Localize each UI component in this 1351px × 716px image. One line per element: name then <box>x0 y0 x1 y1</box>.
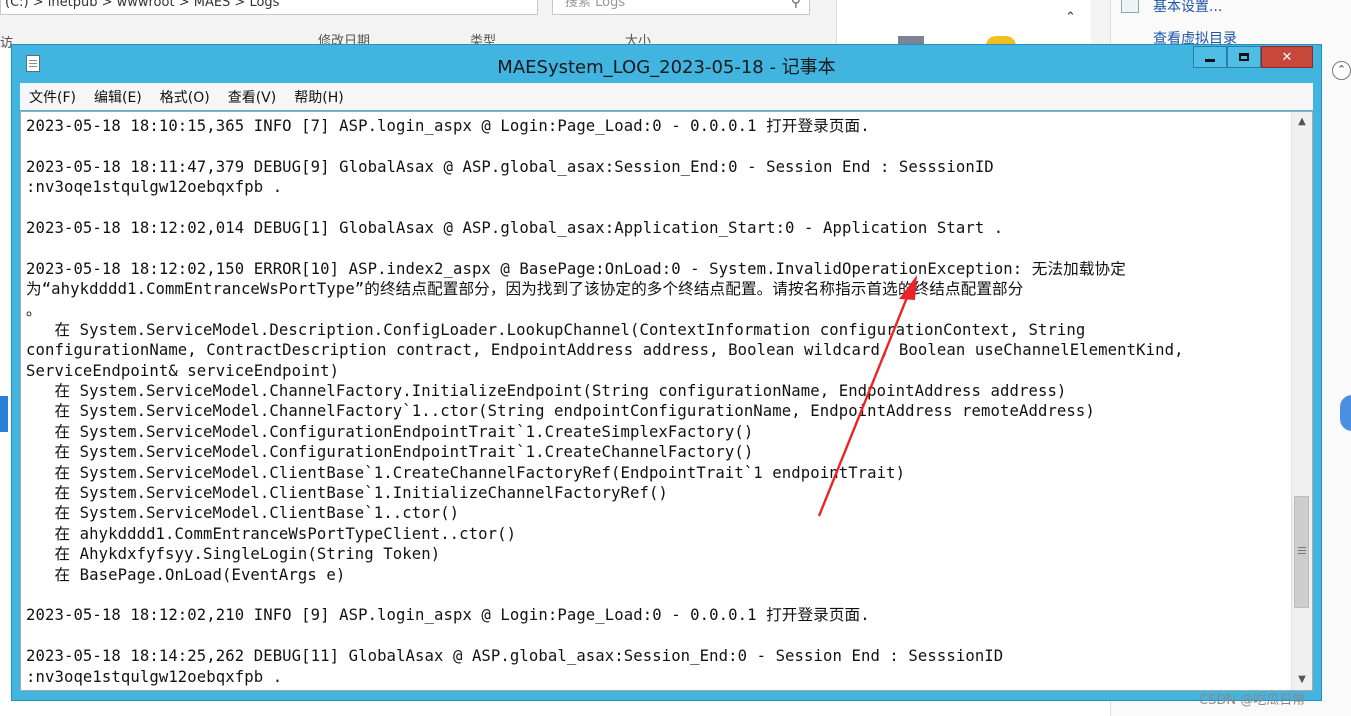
close-button[interactable]: ✕ <box>1261 46 1313 68</box>
log-line: 在 System.ServiceModel.ChannelFactory`1..… <box>26 402 1095 421</box>
menu-bar: 文件(F) 编辑(E) 格式(O) 查看(V) 帮助(H) <box>20 83 1313 110</box>
search-input[interactable]: 搜索 Logs ⚲ <box>552 0 810 15</box>
maximize-button[interactable] <box>1227 46 1261 68</box>
background-panel: ⌃ <box>836 0 1091 46</box>
log-line: 在 BasePage.OnLoad(EventArgs e) <box>26 565 346 584</box>
minimize-icon <box>1205 58 1215 62</box>
log-text-area[interactable]: 2023-05-18 18:10:15,365 INFO [7] ASP.log… <box>26 116 1290 690</box>
menu-view[interactable]: 查看(V) <box>219 87 286 107</box>
log-line: 2023-05-18 18:14:25,262 DEBUG[11] Global… <box>26 647 1004 666</box>
log-line: 在 System.ServiceModel.ClientBase`1.Initi… <box>26 484 668 503</box>
log-line: 在 System.ServiceModel.ClientBase`1.Creat… <box>26 463 906 482</box>
menu-file[interactable]: 文件(F) <box>20 87 85 107</box>
log-line: 在 System.ServiceModel.ClientBase`1..ctor… <box>26 504 460 523</box>
log-line: 在 Ahykdxfyfsyy.SingleLogin(String Token) <box>26 545 441 564</box>
scroll-thumb[interactable] <box>1294 496 1309 608</box>
close-icon: ✕ <box>1281 49 1293 65</box>
log-line: 在 System.ServiceModel.ConfigurationEndpo… <box>26 443 754 462</box>
grip-icon <box>1298 547 1306 548</box>
log-line: configurationName, ContractDescription c… <box>26 341 1184 360</box>
log-line: 在 System.ServiceModel.ChannelFactory.Ini… <box>26 382 1067 401</box>
vertical-scrollbar[interactable]: ▲ ▼ <box>1291 112 1312 690</box>
log-line: 2023-05-18 18:10:15,365 INFO [7] ASP.log… <box>26 117 870 135</box>
log-line: 2023-05-18 18:12:02,150 ERROR[10] ASP.in… <box>26 259 1126 278</box>
log-line: ServiceEndpoint& serviceEndpoint) <box>26 361 340 380</box>
side-handle[interactable] <box>1340 395 1351 431</box>
log-line: :nv3oqe1stqulgw12oebqxfpb . <box>26 667 283 686</box>
scroll-up-icon[interactable]: ▲ <box>1292 112 1312 132</box>
log-line: 2023-05-18 18:12:02,210 INFO [9] ASP.log… <box>26 606 870 625</box>
chevron-up-icon[interactable]: ⌃ <box>1065 10 1076 25</box>
watermark: CSDN @吃瓜日常 <box>1199 693 1306 708</box>
search-icon[interactable]: ⚲ <box>791 0 801 13</box>
collapse-icon[interactable]: ⌃ <box>1332 61 1351 80</box>
log-line: 2023-05-18 18:12:02,014 DEBUG[1] GlobalA… <box>26 218 1004 237</box>
basic-settings-link[interactable]: 基本设置... <box>1153 0 1222 16</box>
menu-format[interactable]: 格式(O) <box>151 87 219 107</box>
text-editor[interactable]: 2023-05-18 18:10:15,365 INFO [7] ASP.log… <box>20 111 1313 691</box>
settings-icon <box>1121 0 1139 13</box>
window-title: MAESystem_LOG_2023-05-18 - 记事本 <box>497 57 836 78</box>
log-line: 在 System.ServiceModel.ConfigurationEndpo… <box>26 422 754 441</box>
background-edge <box>0 396 8 432</box>
window-controls: ✕ <box>1193 46 1313 70</box>
search-placeholder: 搜索 Logs <box>565 0 626 10</box>
title-bar[interactable]: MAESystem_LOG_2023-05-18 - 记事本 ✕ <box>12 45 1321 83</box>
log-line: 2023-05-18 18:11:47,379 DEBUG[9] GlobalA… <box>26 157 994 176</box>
log-line: 。 <box>26 300 42 319</box>
log-line: 在 ahykdddd1.CommEntranceWsPortTypeClient… <box>26 524 517 543</box>
maximize-icon <box>1239 53 1249 61</box>
log-line: 在 System.ServiceModel.Description.Config… <box>26 320 1086 339</box>
menu-edit[interactable]: 编辑(E) <box>85 87 151 107</box>
log-line: :nv3oqe1stqulgw12oebqxfpb . <box>26 178 283 197</box>
minimize-button[interactable] <box>1193 46 1227 68</box>
menu-help[interactable]: 帮助(H) <box>285 87 352 107</box>
address-bar[interactable]: (C:) > inetpub > wwwroot > MAES > Logs <box>0 0 538 15</box>
log-line: 为“ahykdddd1.CommEntranceWsPortType”的终结点配… <box>26 280 1024 299</box>
notepad-window: MAESystem_LOG_2023-05-18 - 记事本 ✕ 文件(F) 编… <box>11 44 1322 701</box>
scroll-down-icon[interactable]: ▼ <box>1292 670 1312 690</box>
